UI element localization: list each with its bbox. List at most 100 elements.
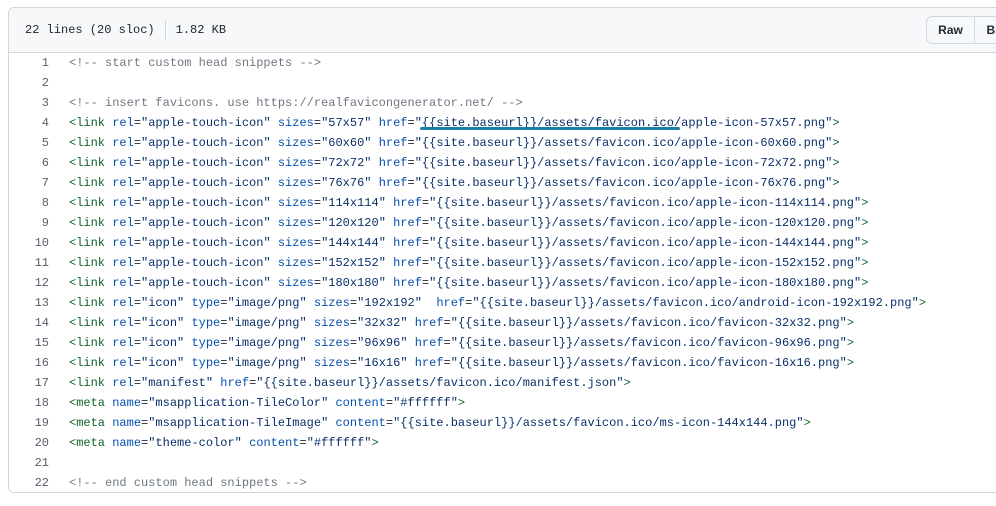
code-token: = <box>133 236 142 250</box>
code-token: = <box>299 436 307 450</box>
code-token: > <box>846 316 855 330</box>
code-token: > <box>861 216 869 230</box>
code-token: = <box>133 256 142 270</box>
line-number[interactable]: 9 <box>9 216 49 230</box>
code-line: 4 <link rel="apple-touch-icon" sizes="57x… <box>9 113 996 133</box>
code-token: "{{site.baseurl}}/assets/favicon.ico/fav… <box>450 336 847 350</box>
code-token: <link <box>69 296 106 310</box>
code-token: "icon" <box>141 336 185 350</box>
code-token: "32x32" <box>357 316 408 330</box>
code-token: "msapplication-TileColor" <box>148 396 329 410</box>
code-token: <!-- end custom head snippets --> <box>69 476 307 490</box>
line-number[interactable]: 6 <box>9 156 49 170</box>
line-content: <!-- end custom head snippets --> <box>69 476 307 490</box>
code-token: sizes <box>277 196 314 210</box>
line-number[interactable]: 5 <box>9 136 49 150</box>
line-number[interactable]: 11 <box>9 256 49 270</box>
line-number[interactable]: 21 <box>9 456 49 470</box>
code-token: rel <box>112 336 134 350</box>
file-viewer: 22 lines (20 sloc) 1.82 KB Raw Blame 1 <!… <box>8 7 996 493</box>
code-token: = <box>407 156 415 170</box>
code-token: "{{site.baseurl}}/assets/favicon.ico/app… <box>429 276 862 290</box>
code-token: "{{site.baseurl}}/assets/favicon.ico/app… <box>414 176 833 190</box>
code-token: = <box>133 136 142 150</box>
code-token: type <box>191 356 221 370</box>
line-content: <link rel="apple-touch-icon" sizes="120x… <box>69 216 868 230</box>
code-token: = <box>313 176 322 190</box>
line-content: <!-- start custom head snippets --> <box>69 56 321 70</box>
line-number[interactable]: 10 <box>9 236 49 250</box>
line-number[interactable]: 14 <box>9 316 49 330</box>
code-token: > <box>832 176 840 190</box>
code-token: sizes <box>277 276 314 290</box>
code-token: "192x192" <box>357 296 422 310</box>
code-token: "icon" <box>141 316 185 330</box>
line-number[interactable]: 18 <box>9 396 49 410</box>
code-line: 11 <link rel="apple-touch-icon" sizes="15… <box>9 253 996 273</box>
line-number[interactable]: 17 <box>9 376 49 390</box>
line-number[interactable]: 8 <box>9 196 49 210</box>
code-token: rel <box>112 236 134 250</box>
code-token: "{{site.baseurl}}/assets/favicon.ico/fav… <box>450 356 847 370</box>
code-token: "{{site.baseurl}}/assets/favicon.ico/fav… <box>450 316 847 330</box>
raw-button[interactable]: Raw <box>926 16 975 44</box>
code-token: "{{site.baseurl}}/assets/favicon.ico/ms-… <box>393 416 804 430</box>
code-token: "image/png" <box>227 336 307 350</box>
line-number[interactable]: 19 <box>9 416 49 430</box>
line-number[interactable]: 12 <box>9 276 49 290</box>
code-token: "72x72" <box>321 156 372 170</box>
code-token: <link <box>69 256 106 270</box>
code-token: "image/png" <box>227 316 307 330</box>
line-number[interactable]: 2 <box>9 76 49 90</box>
code-token: name <box>112 436 142 450</box>
code-token: "icon" <box>141 356 185 370</box>
code-token: href <box>220 376 250 390</box>
code-token: sizes <box>277 236 314 250</box>
code-token: "57x57" <box>321 116 372 130</box>
code-token: href <box>378 136 408 150</box>
code-line: 2 <box>9 73 996 93</box>
code-token: = <box>133 376 142 390</box>
code-token: "#ffffff" <box>393 396 458 410</box>
line-number[interactable]: 1 <box>9 56 49 70</box>
code-token: "manifest" <box>141 376 214 390</box>
code-line: 22 <!-- end custom head snippets --> <box>9 473 996 492</box>
code-line: 12 <link rel="apple-touch-icon" sizes="18… <box>9 273 996 293</box>
code-token: "{{site.baseurl}}/assets/favicon.ico/and… <box>472 296 919 310</box>
file-size: 1.82 KB <box>175 23 227 37</box>
code-token: rel <box>112 176 134 190</box>
line-number[interactable]: 20 <box>9 436 49 450</box>
code-token: = <box>313 136 322 150</box>
blame-button[interactable]: Blame <box>975 16 996 44</box>
code-token: = <box>133 216 142 230</box>
line-count: 22 lines (20 sloc) <box>25 23 155 37</box>
code-token: > <box>846 336 855 350</box>
code-token: rel <box>112 136 134 150</box>
code-token: = <box>313 116 322 130</box>
code-token: > <box>861 196 869 210</box>
line-number[interactable]: 7 <box>9 176 49 190</box>
code-token: sizes <box>277 116 314 130</box>
code-token: "theme-color" <box>148 436 242 450</box>
code-line: 13 <link rel="icon" type="image/png" size… <box>9 293 996 313</box>
line-number[interactable]: 13 <box>9 296 49 310</box>
line-number[interactable]: 15 <box>9 336 49 350</box>
line-content: <link rel="icon" type="image/png" sizes=… <box>69 336 854 350</box>
code-token: = <box>385 416 394 430</box>
code-token: sizes <box>313 316 350 330</box>
code-token: sizes <box>277 216 314 230</box>
code-line: 20 <meta name="theme-color" content="#fff… <box>9 433 996 453</box>
line-number[interactable]: 3 <box>9 96 49 110</box>
code-token: "{{site.baseurl}}/assets/favicon.ico/app… <box>429 216 862 230</box>
line-number[interactable]: 22 <box>9 476 49 490</box>
line-number[interactable]: 4 <box>9 116 49 130</box>
code-line: 6 <link rel="apple-touch-icon" sizes="72x… <box>9 153 996 173</box>
line-number[interactable]: 16 <box>9 356 49 370</box>
code-token: <link <box>69 356 106 370</box>
